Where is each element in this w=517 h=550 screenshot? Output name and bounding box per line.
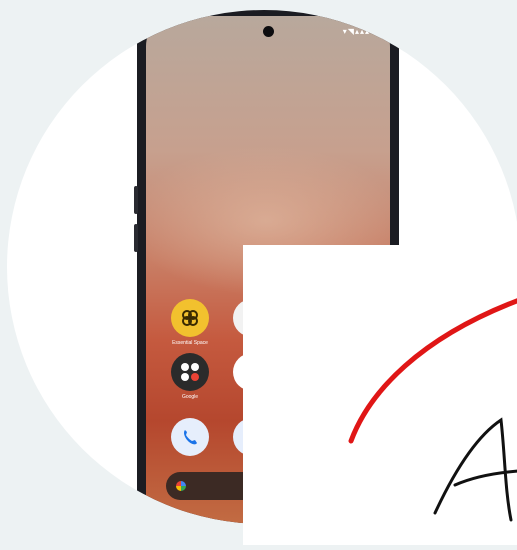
signature-glyph	[433, 417, 517, 522]
power-button	[134, 224, 138, 252]
phone-icon	[171, 418, 209, 456]
app-phone[interactable]	[168, 418, 212, 459]
essential-space-icon	[171, 299, 209, 337]
app-essential-space[interactable]: Essential Space	[168, 299, 212, 346]
app-label: Google	[181, 394, 199, 400]
signature-drawing	[348, 298, 517, 522]
front-camera	[263, 26, 274, 37]
red-stroke	[348, 298, 517, 444]
status-icons: ▾◥▴▴▴	[342, 26, 370, 36]
app-label: Essential Space	[172, 340, 208, 346]
app-google-folder[interactable]: Google	[168, 353, 212, 400]
signature-card	[243, 245, 517, 545]
volume-button	[134, 186, 138, 214]
google-folder-icon	[171, 353, 209, 391]
google-g-icon	[176, 481, 186, 491]
